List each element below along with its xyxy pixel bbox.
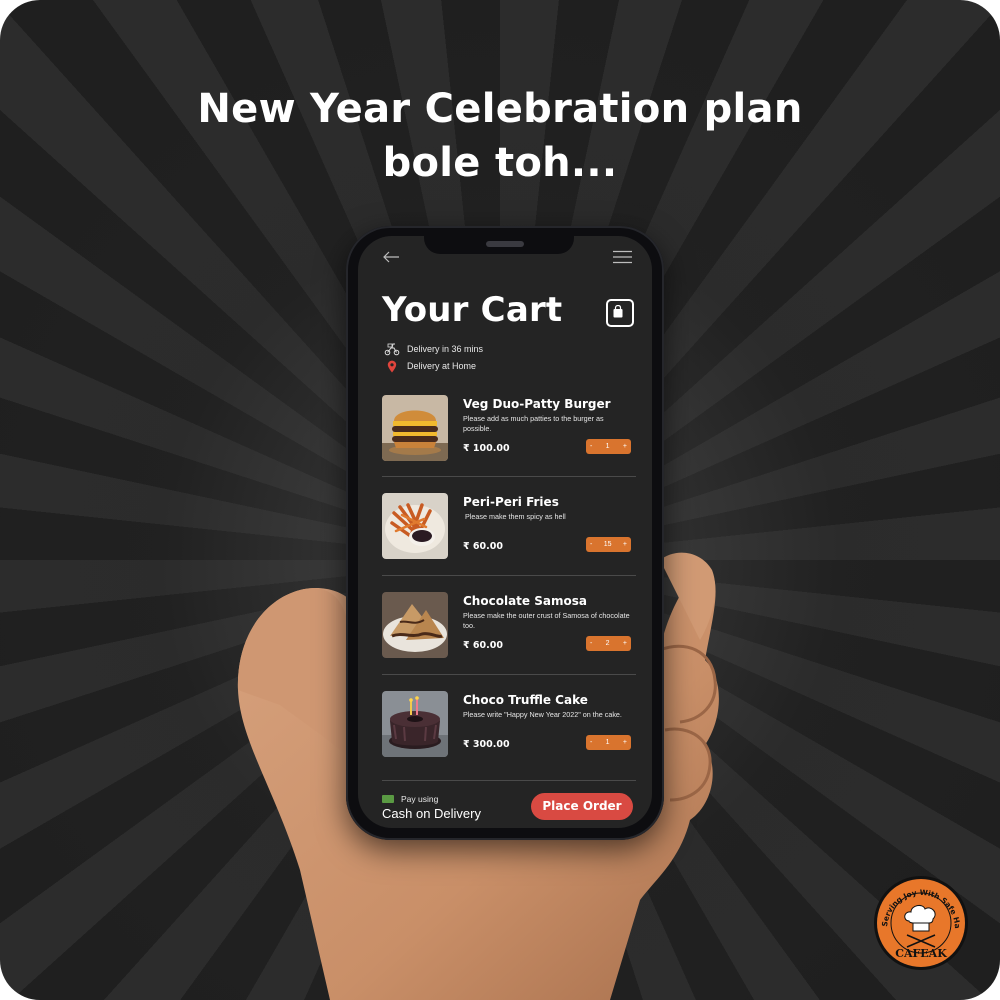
divider xyxy=(382,780,636,781)
cafeak-logo: Serving Joy With Safe Hands CAFEAK xyxy=(873,875,968,970)
item-name: Peri-Peri Fries xyxy=(463,495,559,509)
divider xyxy=(382,476,636,477)
increment-button[interactable]: + xyxy=(623,443,627,450)
increment-button[interactable]: + xyxy=(623,640,627,647)
divider xyxy=(382,674,636,675)
delivery-time-row: Delivery in 36 mins xyxy=(384,342,483,356)
quantity-stepper[interactable]: - 1 + xyxy=(586,735,631,750)
quantity-value: 15 xyxy=(603,541,612,548)
item-note: Please write "Happy New Year 2022" on th… xyxy=(463,710,622,719)
arrow-left-icon[interactable] xyxy=(382,250,400,264)
samosa-image xyxy=(382,592,448,658)
decrement-button[interactable]: - xyxy=(590,640,592,647)
item-price: ₹ 60.00 xyxy=(463,640,503,651)
payment-method[interactable]: Cash on Delivery xyxy=(382,806,481,821)
quantity-value: 2 xyxy=(605,640,610,647)
item-name: Veg Duo-Patty Burger xyxy=(463,397,611,411)
cake-image xyxy=(382,691,448,757)
quantity-stepper[interactable]: - 2 + xyxy=(586,636,631,651)
decrement-button[interactable]: - xyxy=(590,443,592,450)
cart-item-fries[interactable]: Peri-Peri Fries Please make them spicy a… xyxy=(382,493,636,563)
location-pin-icon xyxy=(384,359,400,373)
increment-button[interactable]: + xyxy=(623,739,627,746)
item-price: ₹ 100.00 xyxy=(463,443,510,454)
item-name: Choco Truffle Cake xyxy=(463,693,588,707)
cart-item-samosa[interactable]: Chocolate Samosa Please make the outer c… xyxy=(382,592,636,662)
item-note: Please make the outer crust of Samosa of… xyxy=(463,611,630,630)
burger-image xyxy=(382,395,448,461)
cart-item-burger[interactable]: Veg Duo-Patty Burger Please add as much … xyxy=(382,395,636,465)
shopping-bag-icon xyxy=(613,305,623,318)
svg-text:CAFEAK: CAFEAK xyxy=(895,947,947,960)
speaker-grille xyxy=(486,241,524,247)
quantity-value: 1 xyxy=(605,443,610,450)
item-name: Chocolate Samosa xyxy=(463,594,587,608)
pay-label: Pay using xyxy=(401,794,439,804)
bag-button[interactable] xyxy=(606,299,634,327)
cart-item-cake[interactable]: Choco Truffle Cake Please write "Happy N… xyxy=(382,691,636,761)
item-price: ₹ 300.00 xyxy=(463,739,510,750)
item-price: ₹ 60.00 xyxy=(463,541,503,552)
delivery-location-text: Delivery at Home xyxy=(407,361,477,371)
decrement-button[interactable]: - xyxy=(590,739,592,746)
poster-background: New Year Celebration plan bole toh... Yo… xyxy=(0,0,1000,1000)
decrement-button[interactable]: - xyxy=(590,541,592,548)
page-title: Your Cart xyxy=(382,290,563,330)
delivery-location-row: Delivery at Home xyxy=(384,359,476,373)
quantity-stepper[interactable]: - 15 + xyxy=(586,537,631,552)
fries-image xyxy=(382,493,448,559)
quantity-stepper[interactable]: - 1 + xyxy=(586,439,631,454)
item-note: Please make them spicy as hell xyxy=(465,512,566,521)
quantity-value: 1 xyxy=(605,739,610,746)
scooter-icon xyxy=(384,342,400,356)
item-note: Please add as much patties to the burger… xyxy=(463,414,604,433)
increment-button[interactable]: + xyxy=(623,541,627,548)
delivery-time-text: Delivery in 36 mins xyxy=(407,344,484,354)
divider xyxy=(382,575,636,576)
hamburger-menu-icon[interactable] xyxy=(613,250,632,264)
place-order-button[interactable]: Place Order xyxy=(531,793,633,820)
cash-icon xyxy=(382,795,394,803)
